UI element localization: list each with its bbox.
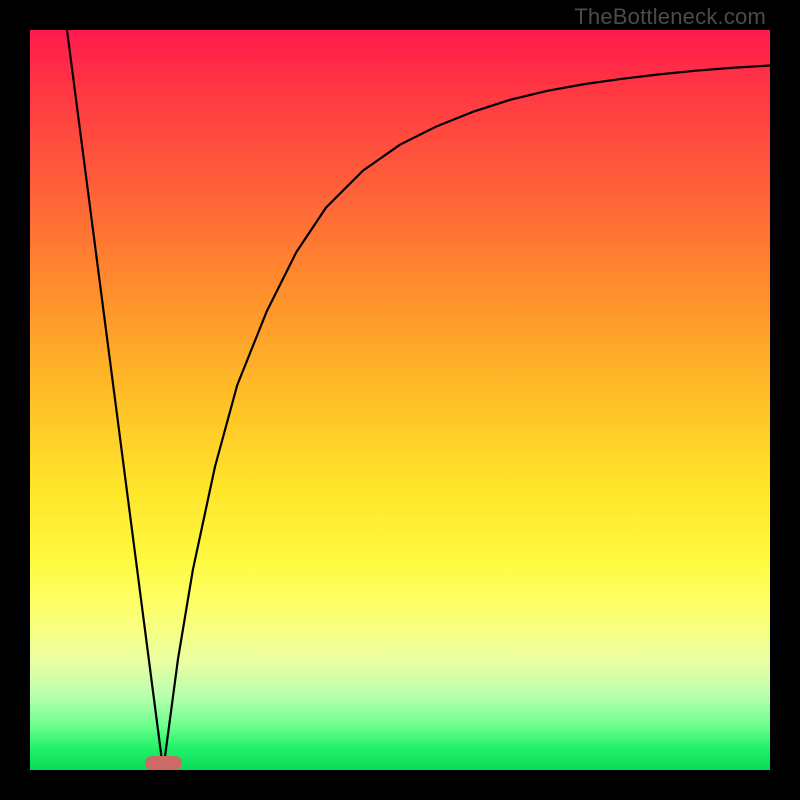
watermark-text: TheBottleneck.com	[574, 4, 766, 30]
curve-svg	[30, 30, 770, 770]
bottleneck-marker	[145, 756, 182, 770]
plot-area	[30, 30, 770, 770]
chart-frame: TheBottleneck.com	[0, 0, 800, 800]
right-rising-curve	[163, 66, 770, 770]
left-descending-line	[67, 30, 163, 770]
